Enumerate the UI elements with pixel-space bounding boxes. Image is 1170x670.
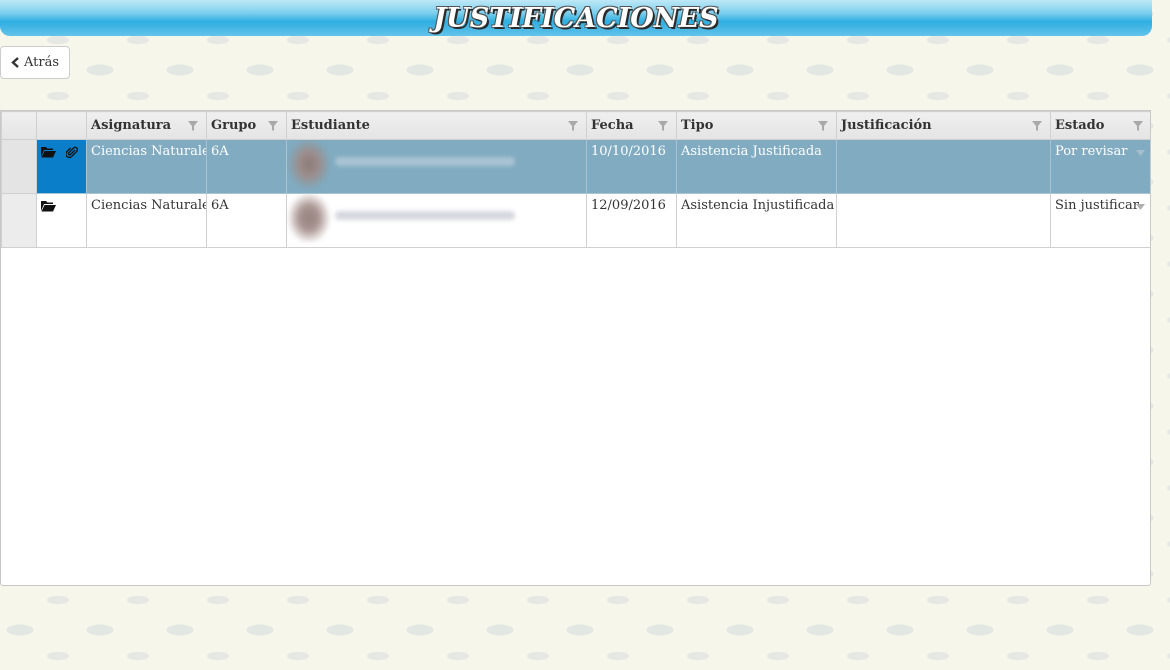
table-row[interactable]: Ciencias Naturales 6A 10/10/2016 Asisten…: [1, 139, 1150, 194]
filter-icon[interactable]: [658, 121, 668, 131]
column-label: Estado: [1055, 118, 1105, 133]
header-actions: [36, 111, 87, 140]
chevron-left-icon: [11, 57, 19, 68]
student-photo: [287, 140, 531, 188]
estado-value: Sin justificar: [1055, 198, 1139, 213]
justifications-grid: Asignatura Grupo Estudiante Fecha Tipo J…: [0, 110, 1151, 586]
column-header-tipo[interactable]: Tipo: [676, 111, 837, 140]
filter-icon[interactable]: [1133, 121, 1143, 131]
cell-justificacion: [836, 139, 1051, 194]
cell-asignatura: Ciencias Naturales: [86, 193, 207, 248]
column-label: Asignatura: [91, 118, 172, 133]
column-label: Fecha: [591, 118, 634, 133]
column-header-grupo[interactable]: Grupo: [206, 111, 287, 140]
back-button-label: Atrás: [23, 55, 60, 70]
column-label: Tipo: [681, 118, 714, 133]
column-label: Estudiante: [291, 118, 370, 133]
filter-icon[interactable]: [268, 121, 278, 131]
filter-icon[interactable]: [568, 121, 578, 131]
column-header-fecha[interactable]: Fecha: [586, 111, 677, 140]
column-header-justificacion[interactable]: Justificación: [836, 111, 1051, 140]
student-photo: [287, 194, 531, 242]
cell-tipo: Asistencia Justificada: [676, 139, 837, 194]
folder-open-icon[interactable]: [41, 146, 56, 158]
cell-tipo: Asistencia Injustificada: [676, 193, 837, 248]
header-row-selector: [1, 111, 37, 140]
filter-icon[interactable]: [188, 121, 198, 131]
column-header-estudiante[interactable]: Estudiante: [286, 111, 587, 140]
cell-justificacion: [836, 193, 1051, 248]
cell-asignatura: Ciencias Naturales: [86, 139, 207, 194]
cell-estudiante: [286, 193, 587, 248]
filter-icon[interactable]: [1032, 121, 1042, 131]
dropdown-caret-icon[interactable]: [1136, 150, 1145, 156]
column-header-asignatura[interactable]: Asignatura: [86, 111, 207, 140]
cell-fecha: 10/10/2016: [586, 139, 677, 194]
column-label: Justificación: [841, 118, 932, 133]
filter-icon[interactable]: [818, 121, 828, 131]
folder-open-icon[interactable]: [41, 200, 56, 212]
column-label: Grupo: [211, 118, 257, 133]
cell-estudiante: [286, 139, 587, 194]
back-button[interactable]: Atrás: [0, 46, 70, 79]
row-actions: [36, 193, 87, 248]
column-header-estado[interactable]: Estado: [1050, 111, 1150, 140]
row-selector[interactable]: [1, 139, 37, 194]
cell-estado[interactable]: Sin justificar: [1050, 193, 1150, 248]
estado-value: Por revisar: [1055, 144, 1128, 159]
paperclip-icon[interactable]: [66, 146, 79, 159]
dropdown-caret-icon[interactable]: [1136, 204, 1145, 210]
cell-estado[interactable]: Por revisar: [1050, 139, 1150, 194]
row-actions: [36, 139, 87, 194]
table-row[interactable]: Ciencias Naturales 6A 12/09/2016 Asisten…: [1, 193, 1150, 248]
grid-header-row: Asignatura Grupo Estudiante Fecha Tipo J…: [1, 111, 1150, 140]
cell-grupo: 6A: [206, 139, 287, 194]
cell-fecha: 12/09/2016: [586, 193, 677, 248]
page-header: JUSTIFICACIONES: [0, 0, 1152, 36]
cell-grupo: 6A: [206, 193, 287, 248]
row-selector[interactable]: [1, 193, 37, 248]
page-title: JUSTIFICACIONES: [433, 3, 719, 34]
